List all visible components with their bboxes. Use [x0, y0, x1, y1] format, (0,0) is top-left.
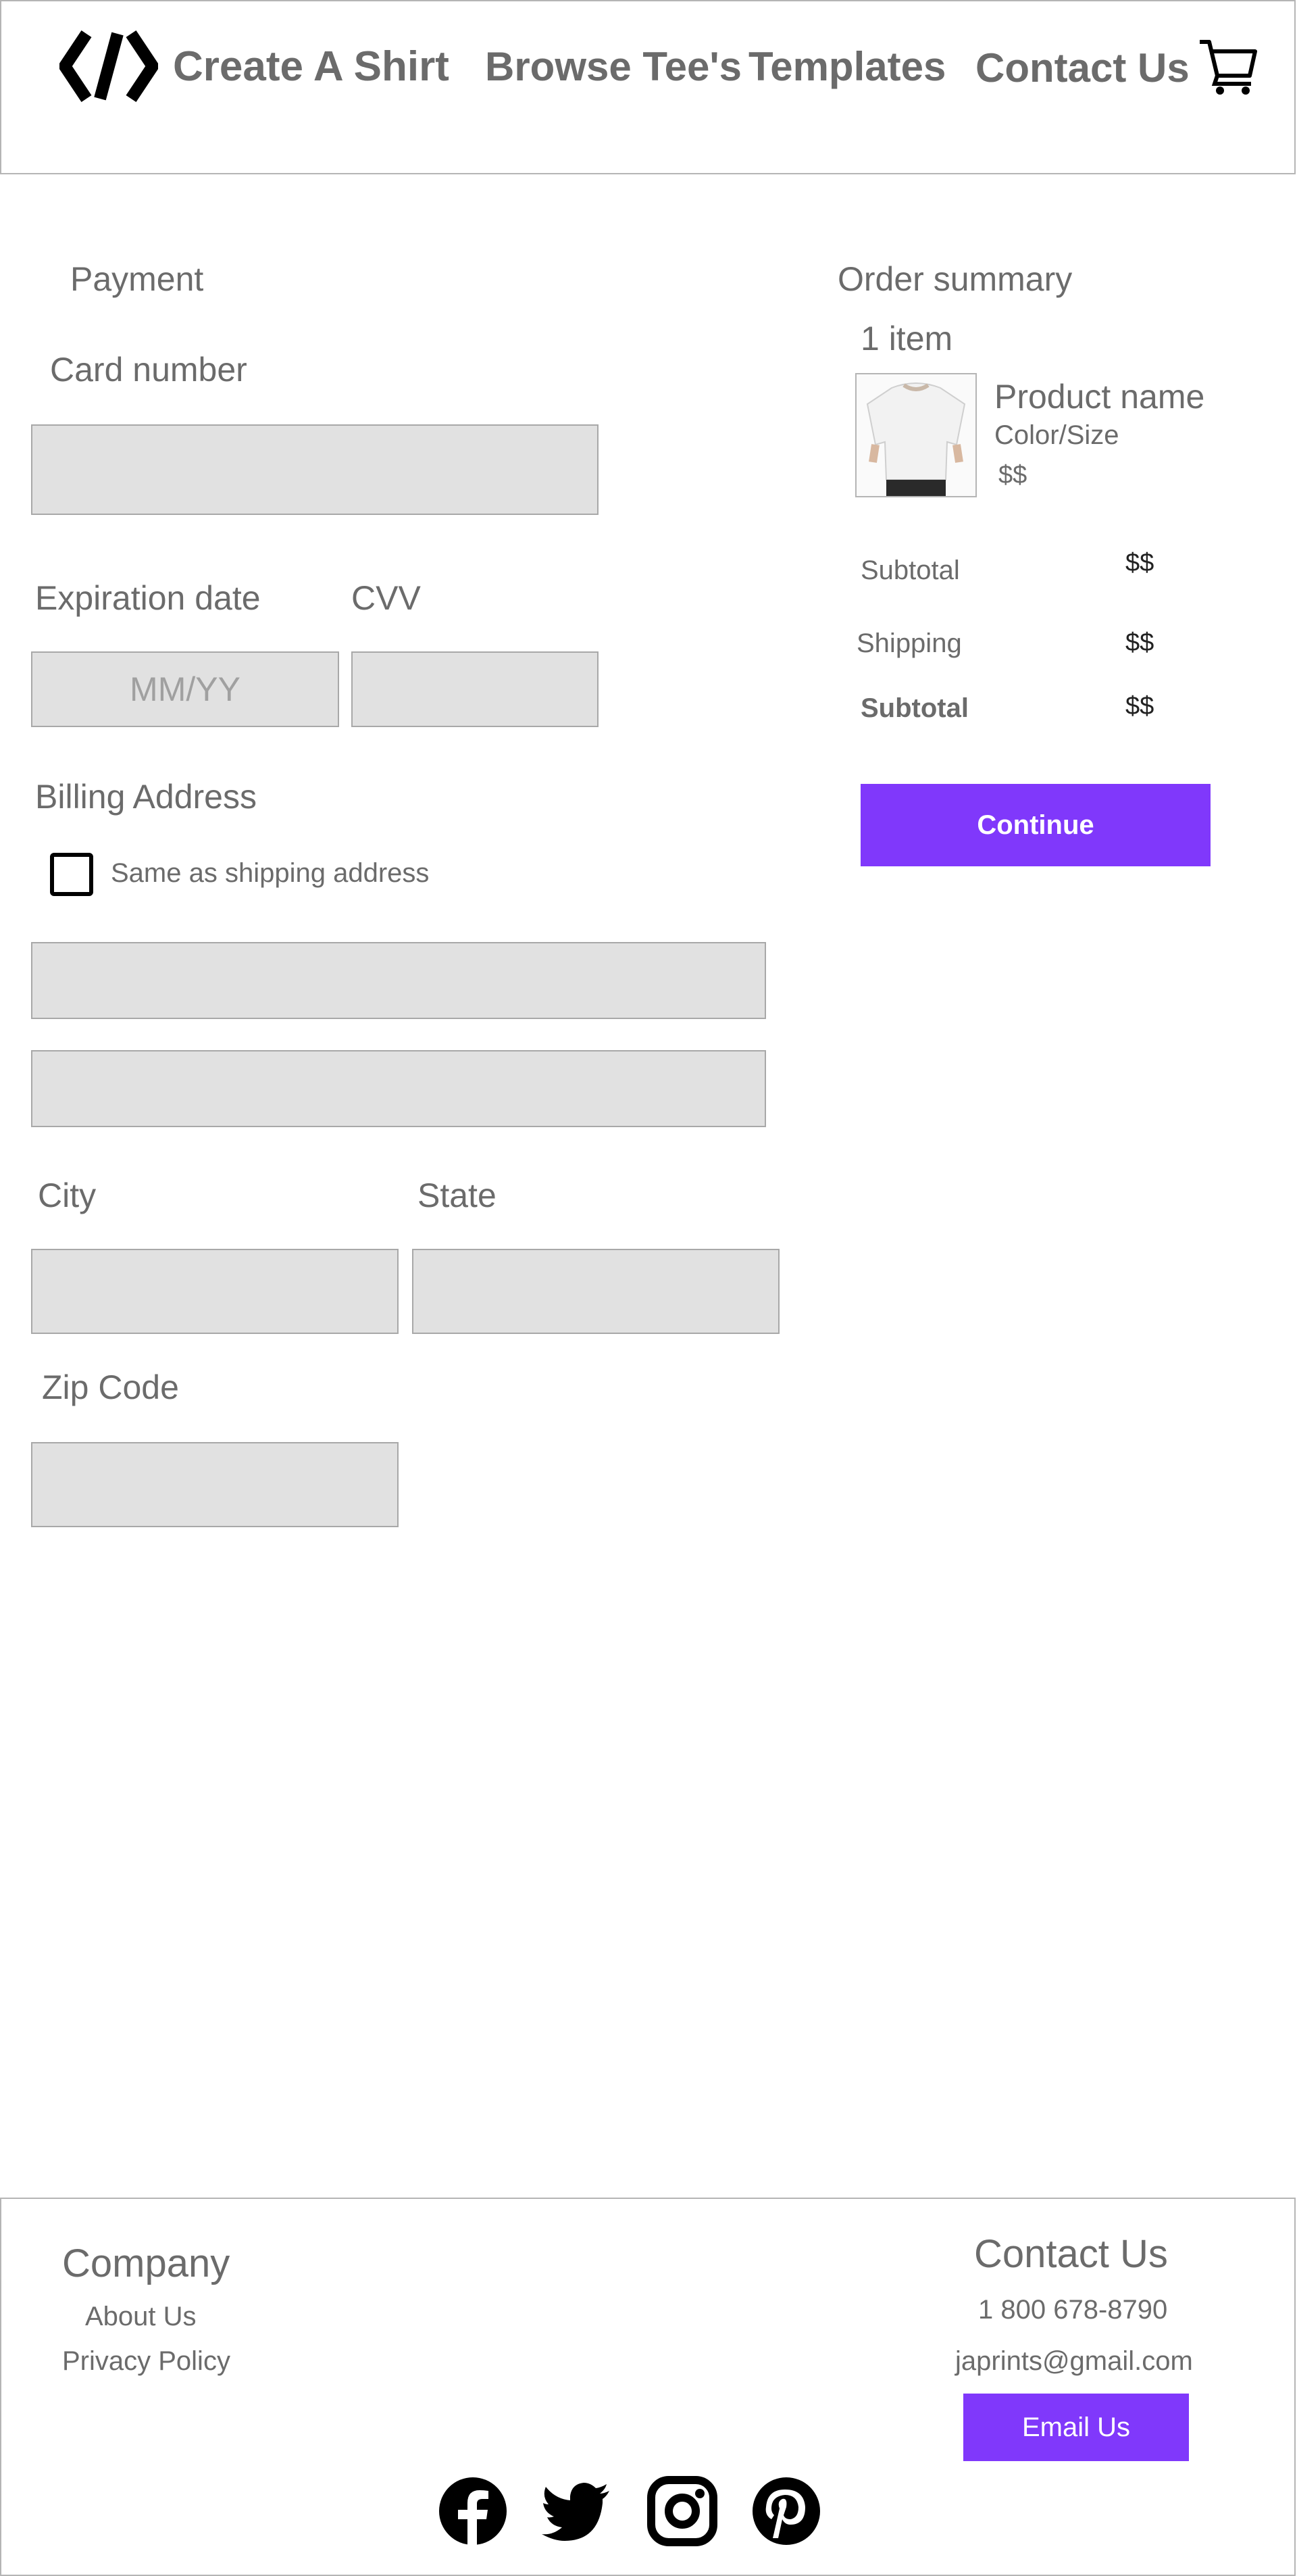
nav-templates[interactable]: Templates	[748, 43, 946, 90]
payment-title: Payment	[70, 260, 204, 298]
subtotal-value: $$	[1125, 549, 1154, 577]
facebook-icon[interactable]	[438, 2476, 508, 2546]
phone-number: 1 800 678-8790	[978, 2295, 1168, 2325]
total-value: $$	[1125, 692, 1154, 720]
brand[interactable]: Create A Shirt	[59, 30, 449, 103]
shipping-label: Shipping	[857, 628, 962, 658]
pinterest-icon[interactable]	[751, 2476, 821, 2546]
nav-contact-us[interactable]: Contact Us	[975, 45, 1190, 91]
contact-us-title: Contact Us	[974, 2232, 1168, 2276]
total-label: Subtotal	[861, 693, 969, 723]
city-input[interactable]	[31, 1249, 399, 1334]
state-input[interactable]	[412, 1249, 780, 1334]
product-name: Product name	[994, 378, 1205, 416]
email-us-button[interactable]: Email Us	[963, 2394, 1189, 2461]
billing-address-title: Billing Address	[35, 778, 257, 816]
privacy-policy-link[interactable]: Privacy Policy	[62, 2346, 230, 2377]
about-us-link[interactable]: About Us	[85, 2302, 197, 2332]
zip-code-label: Zip Code	[42, 1368, 179, 1406]
continue-button[interactable]: Continue	[861, 784, 1211, 866]
state-label: State	[417, 1176, 497, 1214]
twitter-icon[interactable]	[542, 2476, 612, 2546]
shopping-cart-icon[interactable]	[1197, 36, 1258, 97]
zip-code-input[interactable]	[31, 1442, 399, 1527]
city-label: City	[38, 1176, 97, 1214]
card-number-label: Card number	[50, 351, 247, 389]
brand-name: Create A Shirt	[173, 43, 449, 90]
same-as-shipping-checkbox[interactable]	[50, 853, 93, 896]
code-brackets-logo-icon	[59, 30, 158, 102]
tshirt-image	[857, 374, 975, 496]
order-summary-title: Order summary	[838, 260, 1073, 298]
same-as-shipping-label[interactable]: Same as shipping address	[111, 858, 429, 889]
expiration-date-label: Expiration date	[35, 579, 261, 617]
card-number-input[interactable]	[31, 424, 599, 515]
address-line-1-input[interactable]	[31, 942, 766, 1019]
product-price: $$	[998, 461, 1027, 489]
shipping-value: $$	[1125, 628, 1154, 657]
product-variant: Color/Size	[994, 420, 1119, 450]
instagram-icon[interactable]	[647, 2476, 717, 2546]
cvv-input[interactable]	[351, 651, 599, 727]
cvv-label: CVV	[351, 579, 421, 617]
email-address[interactable]: japrints@gmail.com	[955, 2346, 1193, 2377]
subtotal-label: Subtotal	[861, 555, 960, 585]
address-line-2-input[interactable]	[31, 1050, 766, 1127]
nav-browse-tees[interactable]: Browse Tee's	[485, 43, 742, 90]
product-thumbnail	[855, 373, 977, 497]
company-title: Company	[62, 2241, 230, 2285]
expiration-date-input[interactable]: MM/YY	[31, 651, 339, 727]
item-count: 1 item	[861, 320, 953, 357]
